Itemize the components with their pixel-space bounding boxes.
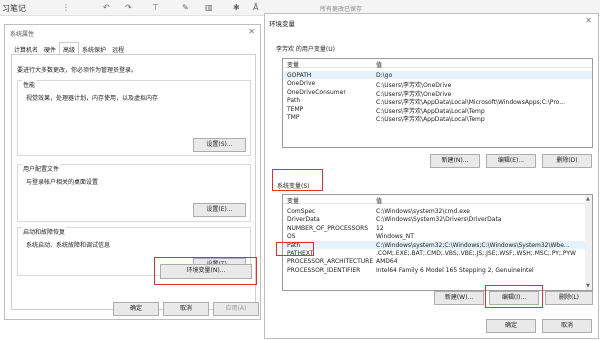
- var-name: OneDriveConsumer: [287, 88, 346, 96]
- tab-advanced[interactable]: 高级: [59, 42, 80, 54]
- apply-button[interactable]: 应用(A): [213, 302, 259, 316]
- magic-icon[interactable]: ✱: [233, 3, 240, 12]
- sysprop-title: 系统属性: [10, 31, 35, 38]
- col-variable: 变量: [287, 62, 300, 69]
- env-titlebar: 环境变量 ✕: [265, 14, 598, 30]
- startup-recovery-label: 启动和故障恢复: [22, 227, 67, 236]
- user-delete-button[interactable]: 删除(D): [542, 154, 592, 168]
- var-value: AMD64: [376, 258, 398, 266]
- col-value: 值: [376, 198, 383, 205]
- var-name: PROCESSOR_IDENTIFIER: [287, 266, 361, 274]
- sysprop-tabs: 计算机名 硬件 高级 系统保护 远程: [11, 42, 127, 54]
- var-value: Intel64 Family 6 Model 165 Stepping 2, G…: [376, 266, 534, 274]
- system-delete-button[interactable]: 删除(L): [545, 291, 593, 305]
- path-row-highlight: [276, 242, 314, 256]
- redo-icon[interactable]: ↷: [125, 3, 132, 12]
- var-name: OS: [287, 233, 296, 241]
- user-profile-label: 用户配置文件: [22, 164, 61, 173]
- table-row[interactable]: PATHEXT .COM;.EXE;.BAT;.CMD;.VBS;.VBE;.J…: [283, 249, 592, 257]
- col-variable: 变量: [287, 198, 300, 205]
- edit-button-highlight: [485, 285, 543, 308]
- col-value: 值: [376, 62, 383, 69]
- user-vars-list[interactable]: 变量 值 GOPATH D:\go OneDrive C:\Users\李芳欢\…: [282, 58, 593, 148]
- text-icon[interactable]: Å: [253, 3, 258, 12]
- var-name: DriverData: [287, 216, 320, 224]
- saved-status: 所有更改已保存: [320, 6, 363, 13]
- var-name: TEMP: [287, 105, 304, 113]
- table-row[interactable]: NUMBER_OF_PROCESSORS 12: [283, 224, 592, 232]
- app-title: 习笔记: [2, 4, 26, 13]
- highlight-icon[interactable]: ▥: [205, 3, 213, 12]
- var-name: GOPATH: [287, 72, 312, 79]
- system-vars-scrollbar[interactable]: ▲ ▼: [585, 195, 592, 290]
- var-value: C:\Users\李芳欢\AppData\Local\Temp: [376, 116, 485, 123]
- system-vars-highlight: [272, 169, 323, 191]
- env-ok-button[interactable]: 确定: [486, 319, 536, 333]
- var-value: Windows_NT: [376, 233, 414, 241]
- env-button-highlight: [154, 257, 257, 285]
- system-properties-dialog: 系统属性 ✕ 计算机名 硬件 高级 系统保护 远程 要进行大多数更改，你必须作为…: [4, 24, 261, 320]
- tab-computer-name[interactable]: 计算机名: [11, 43, 41, 54]
- table-row[interactable]: Path C:\Windows\system32;C:\Windows;C:\W…: [283, 240, 592, 249]
- var-name: OneDrive: [287, 80, 316, 88]
- system-vars-list[interactable]: 变量 值 ComSpec C:\Windows\system32\cmd.exe…: [282, 194, 593, 291]
- sysprop-titlebar: 系统属性 ✕: [5, 25, 260, 40]
- user-vars-header: 变量 值: [283, 59, 592, 69]
- performance-settings-button[interactable]: 设置(S)...: [193, 138, 246, 152]
- performance-desc: 视觉效果，处理器计划，内存使用，以及虚拟内存: [26, 95, 159, 102]
- table-row[interactable]: GOPATH D:\go: [283, 71, 592, 80]
- scroll-up-icon[interactable]: ▲: [586, 196, 590, 202]
- var-value: C:\Windows\System32\Drivers\DriverData: [376, 216, 502, 224]
- close-icon[interactable]: ✕: [585, 16, 592, 25]
- system-new-button[interactable]: 新建(W)...: [434, 291, 484, 305]
- user-profile-settings-button[interactable]: 设置(E)...: [193, 203, 246, 217]
- env-cancel-button[interactable]: 取消: [542, 319, 592, 333]
- scroll-down-icon[interactable]: ▼: [586, 283, 590, 289]
- format-icon[interactable]: ⊤: [152, 3, 159, 12]
- table-row[interactable]: TEMP C:\Users\李芳欢\AppData\Local\Temp: [283, 105, 592, 115]
- cancel-button[interactable]: 取消: [163, 302, 209, 316]
- table-row[interactable]: OneDriveConsumer C:\Users\李芳欢\OneDrive: [283, 88, 592, 98]
- tab-remote[interactable]: 远程: [109, 43, 127, 54]
- var-name: Path: [287, 97, 301, 105]
- var-name: NUMBER_OF_PROCESSORS: [287, 224, 369, 232]
- startup-recovery-desc: 系统启动、系统故障和调试信息: [26, 242, 111, 249]
- var-name: ComSpec: [287, 208, 316, 215]
- table-row[interactable]: OS Windows_NT: [283, 232, 592, 240]
- var-name: PROCESSOR_ARCHITECTURE: [287, 258, 374, 266]
- tab-system-protection[interactable]: 系统保护: [79, 43, 109, 54]
- var-value: C:\Windows\system32;C:\Windows;C:\Window…: [376, 241, 570, 249]
- environment-variables-dialog: 环境变量 ✕ 李芳欢 的用户变量(U) 变量 值 GOPATH D:\go On…: [264, 13, 599, 339]
- table-row[interactable]: OneDrive C:\Users\李芳欢\OneDrive: [283, 79, 592, 89]
- var-name: TMP: [287, 114, 300, 121]
- pen-icon[interactable]: ✎: [182, 3, 189, 12]
- performance-group: 性能 视觉效果，处理器计划，内存使用，以及虚拟内存 设置(S)...: [17, 80, 251, 156]
- more-icon[interactable]: ⋮: [62, 3, 70, 12]
- table-row[interactable]: DriverData C:\Windows\System32\Drivers\D…: [283, 215, 592, 223]
- table-row[interactable]: PROCESSOR_ARCHITECTURE AMD64: [283, 257, 592, 265]
- var-value: 12: [376, 224, 384, 232]
- user-new-button[interactable]: 新建(N)...: [430, 154, 480, 168]
- table-row[interactable]: TMP C:\Users\李芳欢\AppData\Local\Temp: [283, 113, 592, 123]
- table-row[interactable]: PROCESSOR_IDENTIFIER Intel64 Family 6 Mo…: [283, 266, 592, 274]
- admin-note: 要进行大多数更改，你必须作为管理员登录。: [17, 67, 138, 74]
- performance-label: 性能: [22, 80, 37, 89]
- user-edit-button[interactable]: 编辑(E)...: [486, 154, 536, 168]
- system-vars-header: 变量 值: [283, 195, 592, 205]
- close-icon[interactable]: ✕: [248, 27, 255, 36]
- var-value: D:\go: [376, 72, 393, 79]
- tab-hardware[interactable]: 硬件: [41, 43, 59, 54]
- var-value: C:\Windows\system32\cmd.exe: [376, 208, 470, 215]
- user-vars-label: 李芳欢 的用户变量(U): [276, 46, 335, 53]
- env-title: 环境变量: [269, 20, 295, 28]
- user-profile-group: 用户配置文件 与登录帐户相关的桌面设置 设置(E)...: [17, 164, 251, 222]
- var-value: .COM;.EXE;.BAT;.CMD;.VBS;.VBE;.JS;.JSE;.…: [376, 250, 576, 257]
- table-row[interactable]: ComSpec C:\Windows\system32\cmd.exe: [283, 207, 592, 215]
- ok-button[interactable]: 确定: [113, 302, 159, 316]
- undo-icon[interactable]: ↶: [103, 3, 110, 12]
- user-profile-desc: 与登录帐户相关的桌面设置: [26, 179, 99, 186]
- table-row[interactable]: Path C:\Users\李芳欢\AppData\Local\Microsof…: [283, 96, 592, 106]
